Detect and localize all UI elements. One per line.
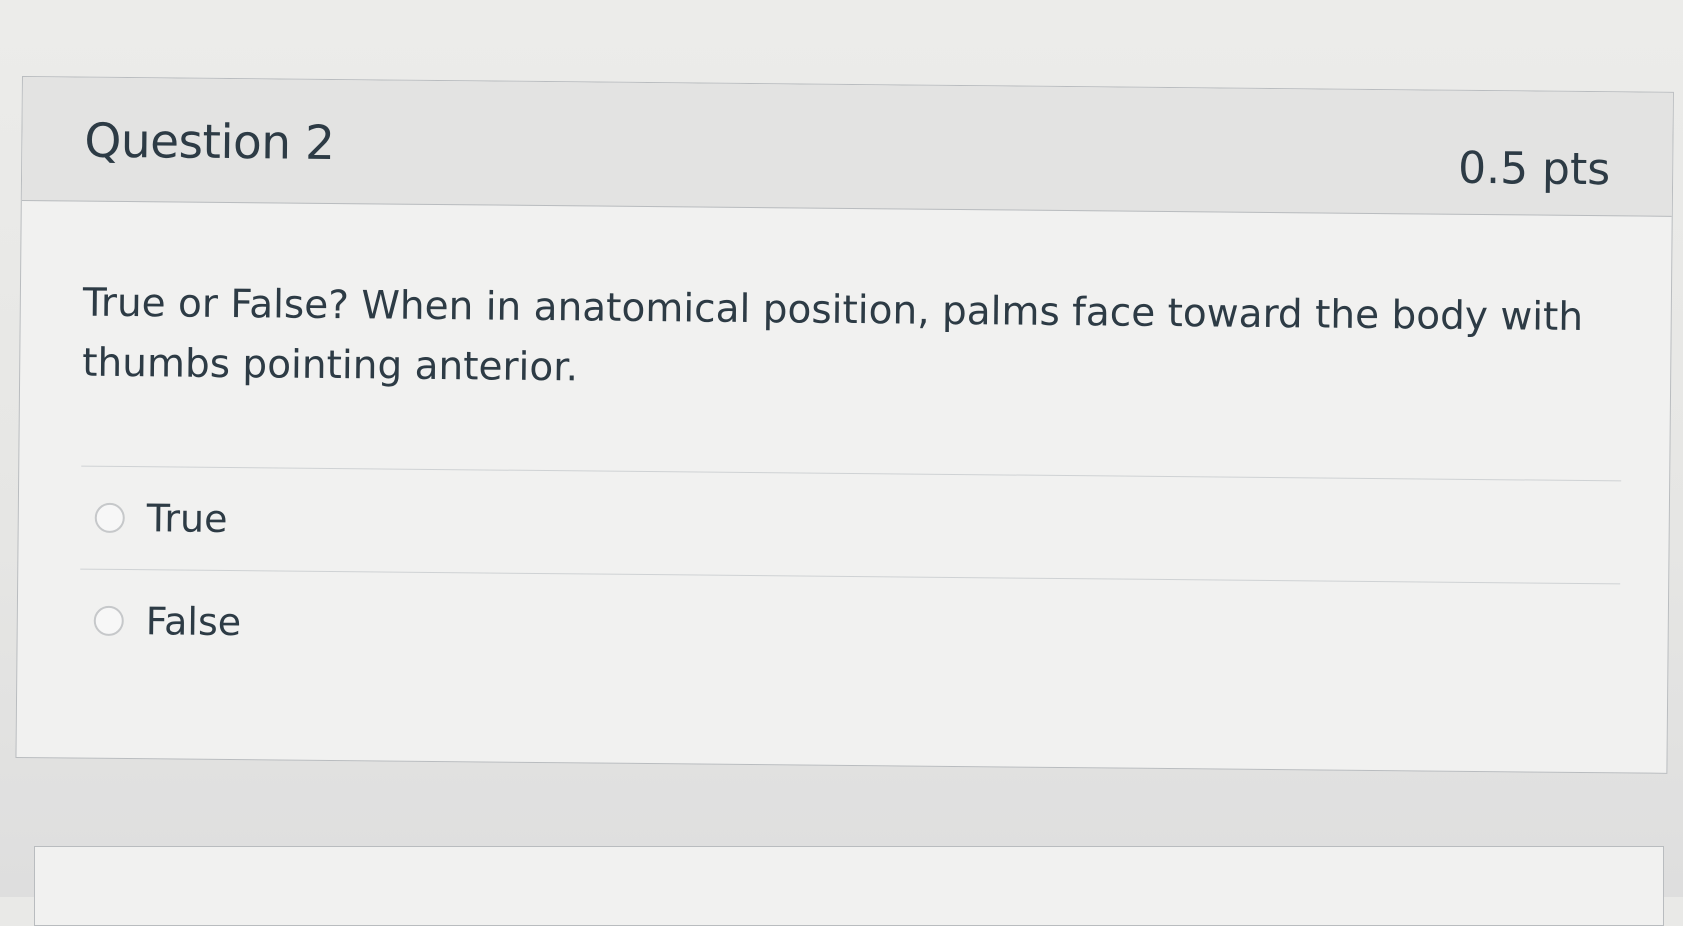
page-background: Question 2 0.5 pts True or False? When i… <box>0 0 1683 926</box>
question-title: Question 2 <box>84 113 335 172</box>
next-question-card <box>34 846 1664 926</box>
answer-option-false[interactable]: False <box>79 570 1620 687</box>
question-card: Question 2 0.5 pts True or False? When i… <box>15 76 1674 775</box>
answer-list: True False <box>79 465 1622 687</box>
question-text: True or False? When in anatomical positi… <box>82 280 1584 391</box>
answer-label: False <box>145 599 242 645</box>
question-points: 0.5 pts <box>1457 142 1611 196</box>
radio-button-icon[interactable] <box>94 502 125 534</box>
answer-option-true[interactable]: True <box>80 467 1621 584</box>
answer-label: True <box>146 496 228 541</box>
radio-button-icon[interactable] <box>93 605 124 637</box>
question-header: Question 2 0.5 pts <box>21 77 1673 217</box>
question-body: True or False? When in anatomical positi… <box>16 201 1671 775</box>
